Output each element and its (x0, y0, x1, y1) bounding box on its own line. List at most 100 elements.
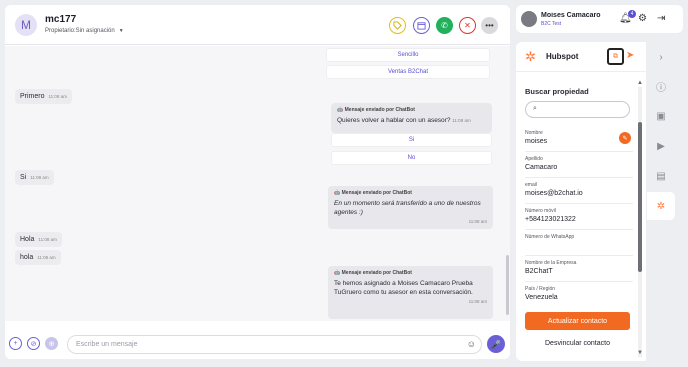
logout-icon[interactable]: ⇥ (657, 13, 665, 24)
more-icon: ••• (485, 21, 494, 30)
contact-avatar: M (15, 14, 37, 36)
owner-label: Propietario:Sin asignación (45, 28, 115, 34)
search-label: Buscar propiedad (525, 87, 589, 96)
attach-button[interactable]: ⊘ (27, 337, 40, 350)
chevron-down-icon: ▼ (118, 28, 124, 34)
field-value[interactable]: +584123021322 (525, 216, 633, 223)
gear-icon[interactable]: ⚙ (638, 13, 647, 24)
play-icon: ▶ (657, 140, 665, 152)
note-icon: ▤ (656, 170, 666, 182)
message-list[interactable]: Sencillo Ventas B2Chat Primero 11:08 am 🤖… (5, 46, 510, 321)
user-avatar[interactable] (521, 11, 537, 27)
edit-icon[interactable]: ✎ (619, 132, 631, 144)
bot-label: Mensaje enviado por ChatBot (341, 270, 412, 276)
message-text: Si (20, 174, 27, 181)
calendar-icon (417, 22, 426, 30)
media-tab[interactable]: ▶ (647, 132, 675, 160)
tag-button[interactable] (389, 17, 406, 34)
message-time: 11:08 am (468, 299, 487, 304)
user-org: B2C Test (541, 21, 562, 27)
message-text: Quieres volver a hablar con un asesor? (337, 117, 451, 124)
notes-tab[interactable]: ▤ (647, 162, 675, 190)
template-button[interactable]: ⊕ (45, 337, 58, 350)
field-whatsapp: Número de WhatsApp (525, 234, 633, 256)
property-search-input[interactable]: ⌕ (525, 101, 630, 118)
quick-reply-option[interactable]: No (331, 151, 492, 165)
message-time: 11:08 am (48, 94, 67, 99)
collapse-button[interactable]: › (647, 43, 675, 71)
outgoing-message: 🤖 Mensaje enviado por ChatBot En un mome… (328, 186, 493, 229)
message-time: 11:08 am (468, 219, 487, 224)
quick-reply-option[interactable]: Si (331, 133, 492, 147)
message-time: 11:08 am (452, 118, 471, 123)
shopping-bag-icon: ▣ (656, 110, 666, 122)
message-text: Hola (20, 236, 35, 243)
hubspot-tab[interactable]: ✲ (647, 192, 675, 220)
incoming-message: Si 11:08 am (15, 170, 54, 185)
quick-reply-option[interactable]: Ventas B2Chat (326, 65, 490, 79)
external-link-icon: ⧉ (613, 52, 618, 60)
panel-scrollbar-thumb[interactable] (638, 122, 642, 272)
message-input-placeholder: Escribe un mensaje (76, 341, 138, 348)
robot-icon: 🤖 (337, 107, 344, 113)
message-text: hola (20, 254, 34, 261)
incoming-message: Hola 11:08 am (15, 232, 62, 247)
user-name: Moises Camacaro (541, 12, 601, 19)
send-icon[interactable]: ➤ (626, 50, 634, 61)
right-icon-rail: › ⓘ ▣ ▶ ▤ ✲ (646, 42, 676, 361)
owner-dropdown[interactable]: Propietario:Sin asignación ▼ (45, 28, 124, 34)
hubspot-panel: ✲ Hubspot ⧉ ➤ Buscar propiedad ⌕ Nombre … (516, 42, 646, 361)
unlink-contact-button[interactable]: Desvincular contacto (525, 335, 630, 351)
incoming-message: Primero 11:08 am (15, 89, 72, 104)
bot-label: Mensaje enviado por ChatBot (341, 190, 412, 196)
field-label: email (525, 182, 537, 188)
hubspot-title: Hubspot (546, 52, 579, 61)
info-icon: ⓘ (656, 82, 666, 94)
chat-scrollbar[interactable] (506, 255, 509, 315)
calendar-button[interactable] (413, 17, 430, 34)
emoji-icon[interactable]: ☺ (467, 339, 476, 349)
hubspot-icon: ✲ (656, 200, 666, 212)
more-button[interactable]: ••• (481, 17, 498, 34)
field-value[interactable]: moises@b2chat.io (525, 190, 633, 197)
field-label: Nombre (525, 130, 543, 136)
message-time: 11:08 am (38, 237, 57, 242)
scroll-down-icon[interactable]: ▼ (637, 350, 643, 356)
hubspot-logo-icon: ✲ (525, 49, 536, 64)
field-nombre: Nombre moises ✎ (525, 130, 633, 152)
whatsapp-button[interactable]: ✆ (436, 17, 453, 34)
robot-icon: 🤖 (334, 190, 341, 196)
quick-reply-option[interactable]: Sencillo (326, 48, 490, 62)
orders-tab[interactable]: ▣ (647, 102, 675, 130)
field-email: email moises@b2chat.io (525, 182, 633, 204)
message-time: 11:08 am (37, 255, 56, 260)
message-text: En un momento será transferido a uno de … (334, 200, 481, 216)
info-tab[interactable]: ⓘ (647, 72, 675, 100)
search-icon: ⌕ (533, 105, 537, 112)
contact-name: mc177 (45, 14, 77, 25)
field-empresa: Nombre de la Empresa B2ChatT (525, 260, 633, 282)
template-icon: ⊕ (48, 340, 55, 348)
bot-label: Mensaje enviado por ChatBot (344, 107, 415, 113)
close-chat-button[interactable]: ✕ (459, 17, 476, 34)
chat-panel: M mc177 Propietario:Sin asignación ▼ ✆ ✕… (5, 5, 510, 359)
chat-header: M mc177 Propietario:Sin asignación ▼ ✆ ✕… (5, 5, 510, 45)
user-bar: Moises Camacaro B2C Test 🔔︎ 4 ⚙ ⇥ (516, 5, 683, 33)
field-movil: Número móvil +584123021322 (525, 208, 633, 230)
field-label: País / Región (525, 286, 556, 292)
scroll-up-icon[interactable]: ▲ (637, 80, 643, 86)
message-text: Te hemos asignado a Moises Camacaro Prue… (334, 280, 473, 296)
field-value[interactable]: moises (525, 138, 633, 145)
message-input[interactable]: Escribe un mensaje ☺ (67, 335, 482, 354)
update-contact-button[interactable]: Actualizar contacto (525, 312, 630, 330)
field-pais: País / Región Venezuela (525, 286, 633, 308)
field-value[interactable]: Venezuela (525, 294, 633, 301)
field-value[interactable]: Camacaro (525, 164, 633, 171)
open-external-button[interactable]: ⧉ (607, 48, 624, 65)
field-label: Número de WhatsApp (525, 234, 575, 240)
field-value[interactable]: B2ChatT (525, 268, 633, 275)
add-button[interactable]: + (9, 337, 22, 350)
field-label: Nombre de la Empresa (525, 260, 577, 266)
robot-icon: 🤖 (334, 270, 341, 276)
mic-button[interactable]: 🎤 (487, 335, 505, 353)
